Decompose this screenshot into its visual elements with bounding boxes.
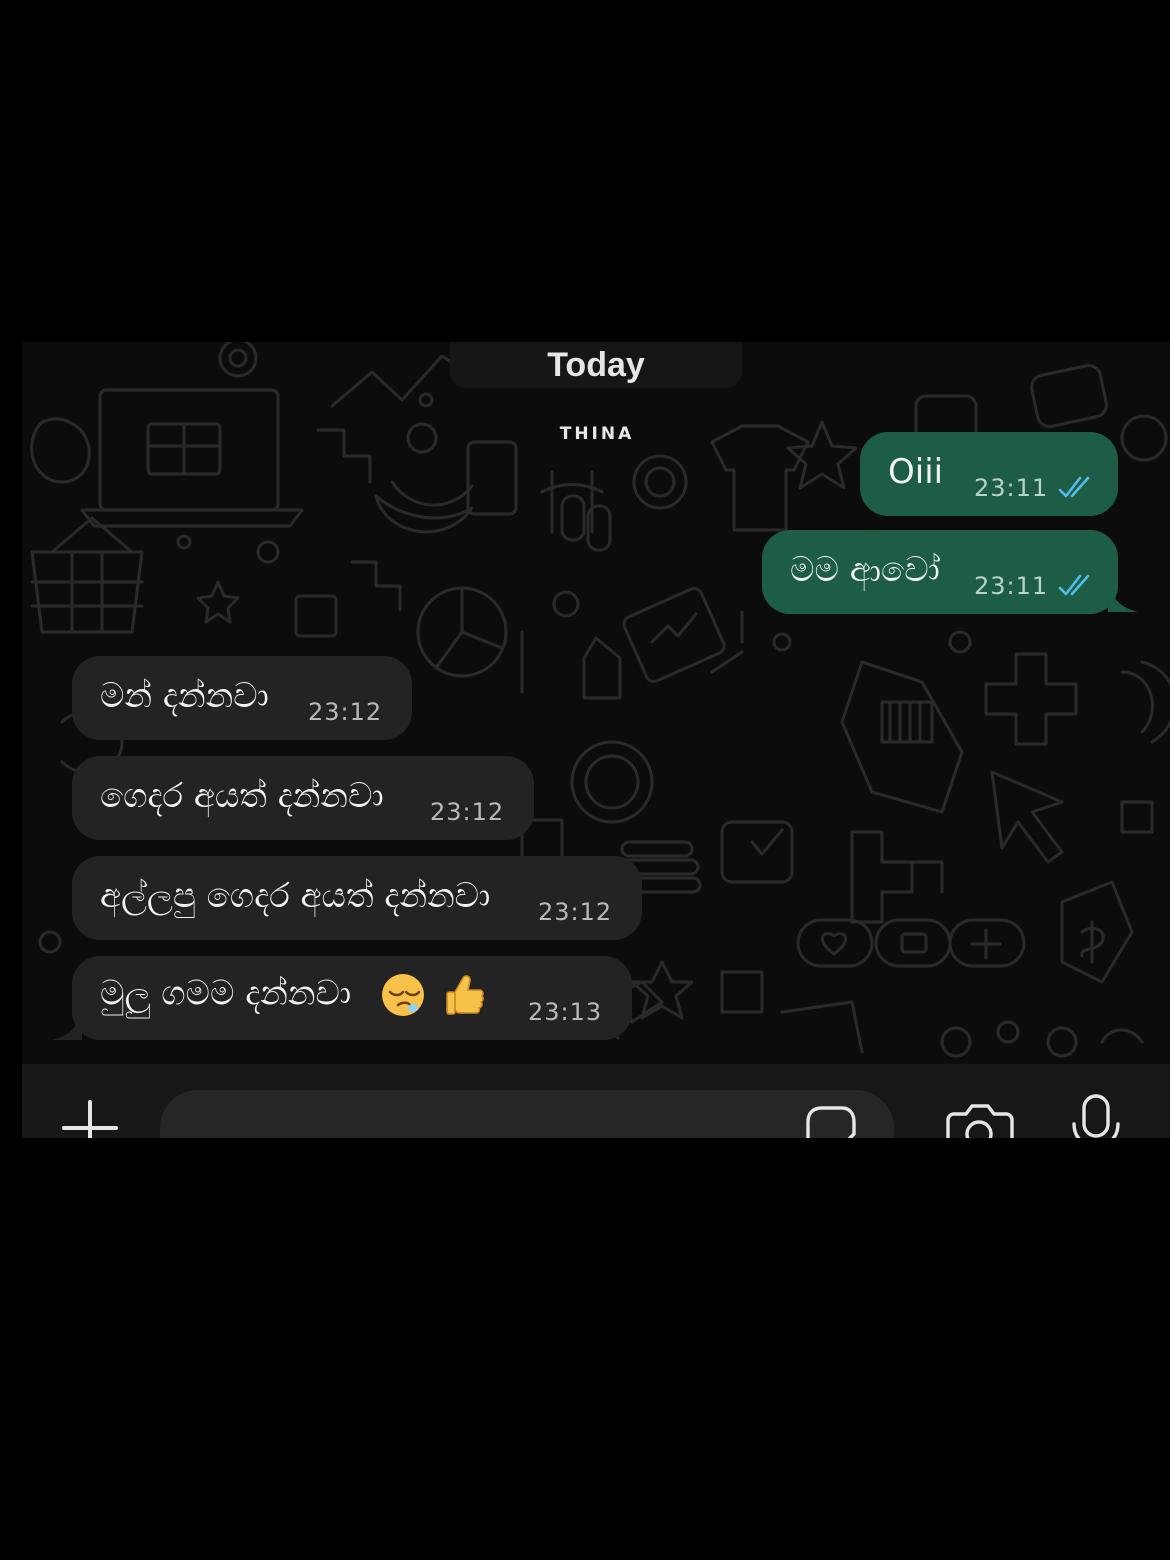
message-bubble-outgoing[interactable]: Oiii 23:11 — [860, 432, 1118, 516]
message-text: අල්ලපු ගෙදර අයත් දන්නවා — [100, 876, 491, 916]
date-label: Today — [547, 345, 645, 384]
bubble-tail — [52, 1010, 82, 1040]
message-bubble-incoming[interactable]: මුලු ගමම දන්නවා 23:13 — [72, 956, 632, 1040]
microphone-icon[interactable] — [1066, 1094, 1126, 1138]
message-text: ගෙදර අයත් දන්නවා — [100, 776, 384, 816]
message-text: Oiii — [888, 452, 944, 492]
double-check-icon — [1058, 476, 1090, 498]
message-time: 23:11 — [974, 572, 1049, 600]
message-input[interactable] — [160, 1090, 894, 1138]
message-text: මුලු ගමම දන්නවා — [100, 972, 487, 1018]
sleepy-face-emoji-icon — [381, 974, 424, 1016]
message-bubble-incoming[interactable]: මන් දන්නවා 23:12 — [72, 656, 412, 740]
double-check-icon — [1058, 574, 1090, 596]
message-bubble-incoming[interactable]: අල්ලපු ගෙදර අයත් දන්නවා 23:12 — [72, 856, 642, 940]
watermark: THINA — [559, 424, 635, 444]
bubble-tail — [1108, 582, 1138, 612]
plus-icon[interactable] — [60, 1098, 120, 1138]
chat-screen: Today THINA Oiii 23:11 මම ආවෝ 23:11 මන් … — [22, 342, 1170, 1138]
compose-bar — [22, 1064, 1170, 1138]
message-text: මම ආවෝ — [790, 550, 940, 590]
message-time: 23:13 — [528, 998, 603, 1026]
message-bubble-incoming[interactable]: ගෙදර අයත් දන්නවා 23:12 — [72, 756, 534, 840]
thumbs-up-emoji-icon — [446, 975, 484, 1015]
message-bubble-outgoing[interactable]: මම ආවෝ 23:11 — [762, 530, 1118, 614]
message-text: මන් දන්නවා — [100, 676, 269, 716]
sticker-icon[interactable] — [800, 1100, 860, 1138]
message-time: 23:12 — [308, 698, 383, 726]
message-time: 23:12 — [538, 898, 613, 926]
message-time: 23:12 — [430, 798, 505, 826]
message-text-content: මුලු ගමම දන්නවා — [100, 973, 352, 1014]
message-time: 23:11 — [974, 474, 1049, 502]
date-separator: Today — [450, 342, 742, 388]
camera-icon[interactable] — [944, 1100, 1014, 1138]
